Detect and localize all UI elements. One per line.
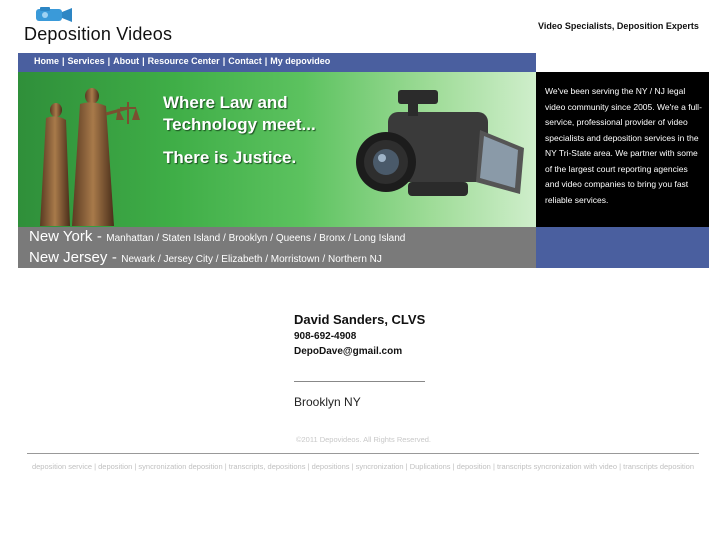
locations-right-block xyxy=(536,227,709,268)
nav-separator: | xyxy=(107,56,111,66)
nav-about[interactable]: About xyxy=(113,56,139,66)
lady-justice-icon xyxy=(32,78,142,227)
nav-my-depovideo[interactable]: My depovideo xyxy=(270,56,330,66)
nav-resource-center[interactable]: Resource Center xyxy=(148,56,220,66)
footer-links[interactable]: deposition service | deposition | syncro… xyxy=(27,461,699,472)
hero-banner: Where Law and Technology meet... There i… xyxy=(18,72,536,227)
hero-headline: Where Law and Technology meet... xyxy=(163,92,316,136)
nav-services[interactable]: Services xyxy=(68,56,105,66)
contact-email[interactable]: DepoDave@gmail.com xyxy=(294,346,402,357)
copyright: ©2011 Depovideos. All Rights Reserved. xyxy=(295,435,432,444)
footer-divider xyxy=(27,453,699,454)
nj-areas: Newark / Jersey City / Elizabeth / Morri… xyxy=(121,254,382,265)
ny-dash: - xyxy=(96,228,102,245)
nav-right-spacer xyxy=(536,53,709,72)
about-panel: We've been serving the NY / NJ legal vid… xyxy=(536,72,709,227)
hero-line-3: There is Justice. xyxy=(163,148,297,167)
hero-line-1: Where Law and xyxy=(163,93,288,112)
nav-separator: | xyxy=(62,56,65,66)
camcorder-icon xyxy=(348,82,528,217)
hero-line-2: Technology meet... xyxy=(163,115,316,134)
contact-divider xyxy=(294,381,425,382)
ny-label: New York xyxy=(29,228,93,245)
location-new-york: New York - Manhattan / Staten Island / B… xyxy=(29,228,405,246)
nav-separator: | xyxy=(222,56,226,66)
contact-city: Brooklyn NY xyxy=(294,395,361,409)
nav-home[interactable]: Home xyxy=(34,56,59,66)
location-new-jersey: New Jersey - Newark / Jersey City / Eliz… xyxy=(29,249,382,267)
contact-name: David Sanders, CLVS xyxy=(294,312,426,327)
locations-bar: New York - Manhattan / Staten Island / B… xyxy=(18,227,536,268)
nav-separator: | xyxy=(264,56,268,66)
main-nav: Home | Services | About | Resource Center | Cont… xyxy=(18,53,536,72)
video-camera-icon xyxy=(34,6,74,24)
about-text: We've been serving the NY / NJ legal vid… xyxy=(545,86,702,205)
nj-dash: - xyxy=(111,249,117,266)
nav-contact[interactable]: Contact xyxy=(228,56,262,66)
site-brand[interactable]: Deposition Videos xyxy=(24,24,172,45)
contact-phone: 908-692-4908 xyxy=(294,331,357,342)
nav-separator: | xyxy=(142,56,145,66)
ny-areas: Manhattan / Staten Island / Brooklyn / Q… xyxy=(106,233,406,244)
nj-label: New Jersey xyxy=(29,249,108,266)
site-tagline: Video Specialists, Deposition Experts xyxy=(538,21,699,31)
